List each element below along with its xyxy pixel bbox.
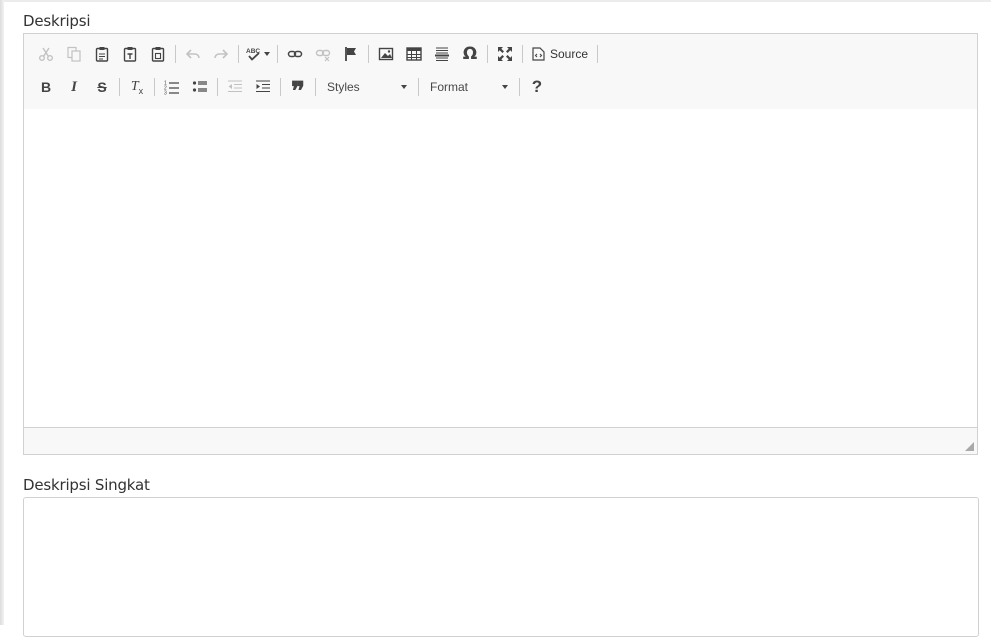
special-char-button[interactable]: Ω xyxy=(456,41,484,67)
toolbar-separator xyxy=(154,78,155,96)
toolbar-separator xyxy=(175,45,176,63)
toolbar-separator xyxy=(280,78,281,96)
outdent-button[interactable] xyxy=(221,74,249,100)
toolbar-separator xyxy=(487,45,488,63)
bulleted-list-icon xyxy=(192,81,207,92)
table-icon xyxy=(406,47,422,61)
copy-icon xyxy=(67,46,81,62)
toolbar-separator xyxy=(238,45,239,63)
resize-handle-icon[interactable] xyxy=(965,442,974,451)
clipboard-icon xyxy=(95,47,109,62)
maximize-icon xyxy=(498,47,512,61)
styles-dropdown[interactable]: Styles xyxy=(319,75,415,99)
description-label: Deskripsi xyxy=(23,12,91,30)
description-editor: ABC Ω Source B I S Tx 1 2 3 ❞ Styles For… xyxy=(23,33,978,455)
paste-word-icon xyxy=(151,47,165,62)
redo-button[interactable] xyxy=(207,41,235,67)
maximize-button[interactable] xyxy=(491,41,519,67)
image-icon xyxy=(378,47,394,61)
toolbar-separator xyxy=(277,45,278,63)
table-button[interactable] xyxy=(400,41,428,67)
redo-icon xyxy=(214,49,229,59)
toolbar-separator xyxy=(119,78,120,96)
image-button[interactable] xyxy=(372,41,400,67)
remove-format-button[interactable]: Tx xyxy=(123,74,151,100)
toolbar-row-1: ABC Ω Source xyxy=(32,40,601,68)
description-edit-area[interactable] xyxy=(24,109,977,429)
help-icon: ? xyxy=(531,77,543,96)
source-icon xyxy=(532,47,545,61)
italic-button[interactable]: I xyxy=(60,74,88,100)
format-dropdown[interactable]: Format xyxy=(422,75,516,99)
toolbar-separator xyxy=(522,45,523,63)
undo-icon xyxy=(185,49,200,59)
paste-text-button[interactable] xyxy=(116,41,144,67)
toolbar-separator xyxy=(519,78,520,96)
copy-button[interactable] xyxy=(60,41,88,67)
toolbar-separator xyxy=(217,78,218,96)
indent-button[interactable] xyxy=(249,74,277,100)
chevron-down-icon xyxy=(401,85,407,89)
remove-format-icon: Tx xyxy=(131,79,143,96)
anchor-button[interactable] xyxy=(337,41,365,67)
unlink-button[interactable] xyxy=(309,41,337,67)
toolbar-separator xyxy=(368,45,369,63)
horizontal-line-button[interactable] xyxy=(428,41,456,67)
toolbar-separator xyxy=(418,78,419,96)
source-button[interactable]: Source xyxy=(526,41,594,67)
format-label: Format xyxy=(430,80,469,94)
paste-word-button[interactable] xyxy=(144,41,172,67)
paste-button[interactable] xyxy=(88,41,116,67)
flag-icon xyxy=(345,47,356,61)
chevron-down-icon xyxy=(264,52,270,56)
omega-icon: Ω xyxy=(462,44,478,64)
link-button[interactable] xyxy=(281,41,309,67)
paste-text-icon xyxy=(123,47,137,62)
svg-text:3: 3 xyxy=(164,91,167,96)
outdent-icon xyxy=(228,80,242,93)
strikethrough-icon: S xyxy=(97,79,107,95)
quote-icon: ❞ xyxy=(291,77,305,106)
bold-icon: B xyxy=(40,79,52,95)
undo-button[interactable] xyxy=(179,41,207,67)
numbered-list-icon: 123 xyxy=(164,81,179,96)
horizontal-rule-icon xyxy=(435,47,449,61)
spellcheck-button[interactable]: ABC xyxy=(242,41,274,67)
bulleted-list-button[interactable] xyxy=(186,74,214,100)
help-button[interactable]: ? xyxy=(523,74,551,100)
short-description-label: Deskripsi Singkat xyxy=(23,476,150,494)
page-top-edge xyxy=(4,0,991,2)
styles-label: Styles xyxy=(327,80,360,94)
remove-format-sub: x xyxy=(138,85,144,96)
strikethrough-button[interactable]: S xyxy=(88,74,116,100)
source-label: Source xyxy=(550,47,589,61)
editor-toolbar: ABC Ω Source B I S Tx 1 2 3 ❞ Styles For… xyxy=(24,34,977,110)
page-left-edge xyxy=(0,0,4,625)
toolbar-separator xyxy=(597,45,599,63)
chevron-down-icon xyxy=(502,85,508,89)
indent-icon xyxy=(256,80,270,93)
unlink-icon xyxy=(315,49,331,62)
blockquote-button[interactable]: ❞ xyxy=(284,74,312,105)
remove-format-glyph: T xyxy=(130,78,139,94)
short-description-textarea[interactable] xyxy=(23,497,979,637)
italic-icon: I xyxy=(71,78,77,95)
editor-bottom-bar xyxy=(24,427,977,454)
cut-button[interactable] xyxy=(32,41,60,67)
bold-button[interactable]: B xyxy=(32,74,60,100)
toolbar-row-2: B I S Tx 123 ❞ Styles Format ? xyxy=(32,73,551,105)
scissors-icon xyxy=(39,47,53,61)
spellcheck-icon: ABC xyxy=(246,48,260,61)
numbered-list-button[interactable]: 123 xyxy=(158,74,186,100)
toolbar-separator xyxy=(315,78,316,96)
link-icon xyxy=(287,50,303,58)
